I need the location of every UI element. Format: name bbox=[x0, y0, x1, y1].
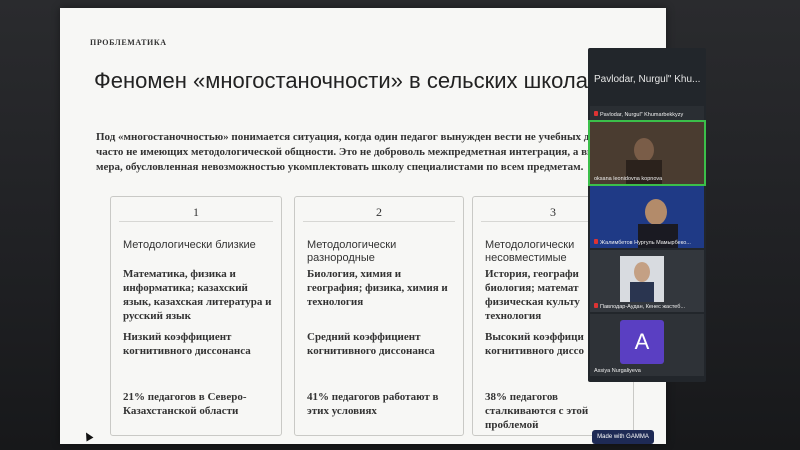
participant-name: Assiya Nurgaliyeva bbox=[594, 368, 641, 374]
slide-kicker: ПРОБЛЕМАТИКА bbox=[90, 38, 167, 47]
participant-tile[interactable]: Pavlodar, Nurgul" Khumarbekkyzy bbox=[590, 106, 704, 120]
card-subjects: Математика, физика и информатика; казахс… bbox=[123, 268, 272, 322]
participant-tile[interactable]: A Assiya Nurgaliyeva bbox=[590, 314, 704, 376]
participant-name: Павлодар-Аудан, Кенес жастеб... bbox=[594, 303, 702, 310]
mic-muted-icon bbox=[594, 111, 598, 116]
card-subjects: Биология, химия и география; физика, хим… bbox=[307, 268, 448, 308]
made-with-gamma-badge[interactable]: Made with GAMMA bbox=[592, 430, 654, 444]
participants-panel: Pavlodar, Nurgul" Khu... Pavlodar, Nurgu… bbox=[588, 48, 706, 382]
participant-avatar: A bbox=[620, 320, 664, 364]
card-statistic: 38% педагогов сталкиваются с этой пробле… bbox=[485, 391, 589, 431]
participant-video-icon bbox=[590, 122, 704, 184]
card-statistic: 41% педагогов работают в этих условиях bbox=[307, 391, 439, 417]
participant-name: oksana leonidovna kopnova bbox=[594, 176, 663, 182]
slide-intro: Под «многостаночностью» понимается ситуа… bbox=[96, 131, 650, 173]
card-coefficient: Средний коэффициент когнитивного диссона… bbox=[307, 331, 435, 357]
category-card-1: 1 Методологически близкие Математика, фи… bbox=[110, 196, 282, 436]
participant-tile-active[interactable]: oksana leonidovna kopnova bbox=[588, 120, 706, 186]
mic-muted-icon bbox=[594, 303, 598, 308]
participant-name: Pavlodar, Nurgul" Khumarbekkyzy bbox=[594, 111, 702, 118]
participants-header: Pavlodar, Nurgul" Khu... bbox=[594, 74, 701, 85]
card-divider bbox=[119, 221, 273, 222]
participant-name: Жалимбетов Нургуль Мамырбеко... bbox=[594, 239, 702, 246]
card-coefficient: Низкий коэффициент когнитивного диссонан… bbox=[123, 331, 251, 357]
card-heading: Методологически разнородные bbox=[307, 239, 397, 264]
slide-title: Феномен «многостаночности» в сельских шк… bbox=[94, 68, 599, 93]
card-heading: Методологически близкие bbox=[123, 239, 256, 251]
card-divider bbox=[303, 221, 455, 222]
participant-tile[interactable]: Жалимбетов Нургуль Мамырбеко... bbox=[590, 186, 704, 248]
card-number: 1 bbox=[193, 205, 199, 219]
presentation-slide: ПРОБЛЕМАТИКА Феномен «многостаночности» … bbox=[60, 8, 666, 444]
card-statistic: 21% педагогов в Северо-Казахстанской обл… bbox=[123, 391, 247, 417]
mic-muted-icon bbox=[594, 239, 598, 244]
category-card-2: 2 Методологически разнородные Биология, … bbox=[294, 196, 464, 436]
participant-tile[interactable]: Павлодар-Аудан, Кенес жастеб... bbox=[590, 250, 704, 312]
card-number: 2 bbox=[376, 205, 382, 219]
